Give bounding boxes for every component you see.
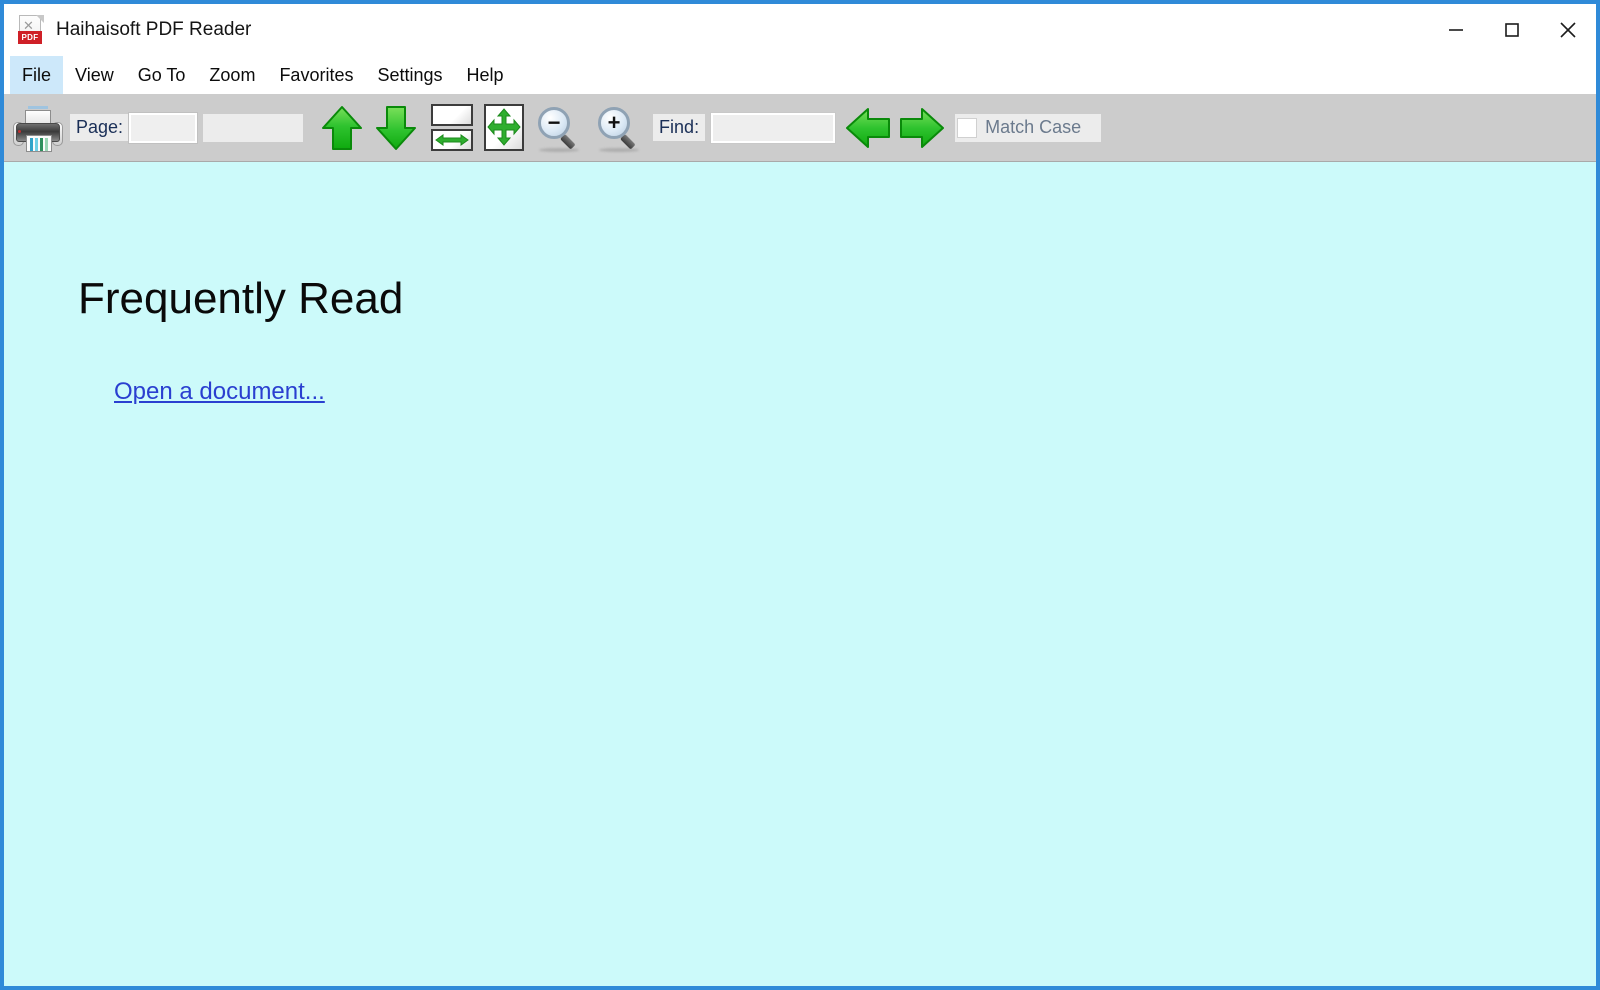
- zoom-in-sign: +: [607, 109, 621, 135]
- toolbar: Page: − + Find: Match Case: [4, 94, 1596, 162]
- maximize-button[interactable]: [1484, 4, 1540, 56]
- menu-item-help[interactable]: Help: [455, 56, 516, 94]
- fit-width-icon[interactable]: [429, 103, 475, 153]
- window-title: Haihaisoft PDF Reader: [56, 19, 252, 40]
- zoom-out-magnifier-icon[interactable]: −: [533, 102, 587, 154]
- green-down-arrow-icon[interactable]: [369, 102, 423, 154]
- page-label: Page:: [70, 114, 130, 141]
- match-case-checkbox[interactable]: [957, 117, 978, 138]
- zoom-out-sign: −: [547, 109, 561, 135]
- find-input[interactable]: [710, 111, 837, 144]
- menu-item-view[interactable]: View: [63, 56, 126, 94]
- menu-item-zoom[interactable]: Zoom: [197, 56, 267, 94]
- match-case-label: Match Case: [985, 117, 1082, 137]
- zoom-in-magnifier-icon[interactable]: +: [593, 102, 647, 154]
- match-case-control[interactable]: Match Case: [955, 113, 1102, 142]
- window-controls: [1428, 4, 1596, 56]
- page-number-input[interactable]: [128, 111, 199, 144]
- menu-item-settings[interactable]: Settings: [365, 56, 454, 94]
- menu-bar: File View Go To Zoom Favorites Settings …: [4, 56, 1596, 94]
- open-document-link[interactable]: Open a document...: [114, 378, 325, 406]
- minimize-button[interactable]: [1428, 4, 1484, 56]
- green-up-arrow-icon[interactable]: [315, 102, 369, 154]
- frequently-read-heading: Frequently Read: [78, 274, 404, 323]
- close-button[interactable]: [1540, 4, 1596, 56]
- title-bar: ✕ PDF Haihaisoft PDF Reader: [4, 4, 1596, 56]
- menu-item-file[interactable]: File: [10, 56, 64, 94]
- printer-icon[interactable]: [12, 102, 64, 154]
- find-label: Find:: [653, 114, 706, 141]
- green-right-arrow-icon[interactable]: [895, 102, 949, 154]
- pdf-file-icon: ✕ PDF: [18, 15, 44, 45]
- menu-item-goto[interactable]: Go To: [126, 56, 198, 94]
- fit-page-icon[interactable]: [481, 103, 527, 153]
- green-left-arrow-icon[interactable]: [841, 102, 895, 154]
- application-window: ✕ PDF Haihaisoft PDF Reader File View Go…: [0, 0, 1600, 990]
- page-total-display: [203, 113, 304, 142]
- document-view: Frequently Read Open a document...: [4, 162, 1596, 986]
- menu-item-favorites[interactable]: Favorites: [267, 56, 365, 94]
